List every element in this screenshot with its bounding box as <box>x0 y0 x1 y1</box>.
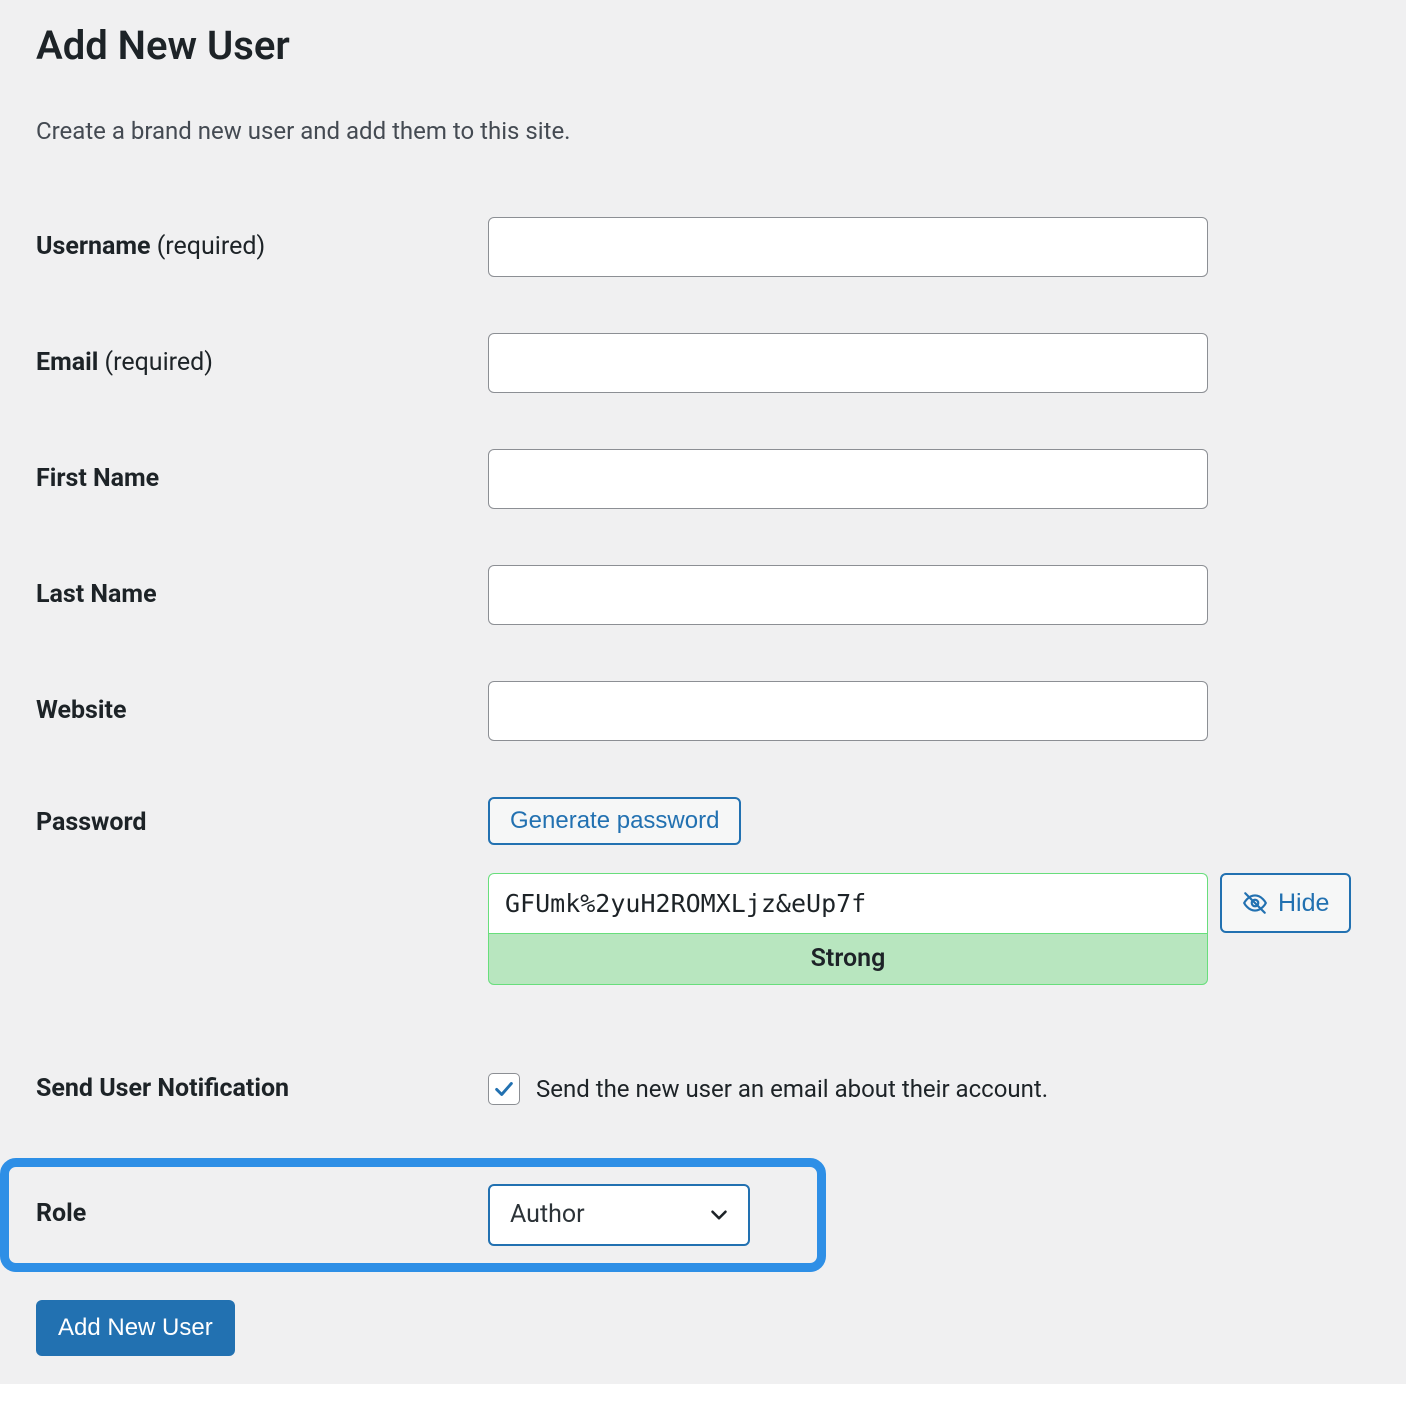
label-password: Password <box>36 769 488 1013</box>
first-name-field[interactable] <box>488 449 1208 509</box>
label-username-text: Username <box>36 232 157 261</box>
row-website: Website <box>36 653 1370 769</box>
last-name-field[interactable] <box>488 565 1208 625</box>
add-user-page: Add New User Create a brand new user and… <box>0 0 1406 1384</box>
row-password: Password Generate password Strong <box>36 769 1370 1013</box>
label-send-notification: Send User Notification <box>36 1013 488 1144</box>
row-role: Role Author <box>36 1144 1370 1286</box>
hide-password-button[interactable]: Hide <box>1220 873 1351 933</box>
add-new-user-button[interactable]: Add New User <box>36 1300 235 1356</box>
label-email: Email (required) <box>36 305 488 421</box>
eye-slash-icon <box>1242 890 1268 916</box>
label-website: Website <box>36 653 488 769</box>
page-title: Add New User <box>36 0 1370 79</box>
password-strength-indicator: Strong <box>488 933 1208 985</box>
label-email-text: Email <box>36 348 105 377</box>
hide-password-label: Hide <box>1278 889 1329 918</box>
row-email: Email (required) <box>36 305 1370 421</box>
role-select[interactable]: Author <box>488 1184 750 1246</box>
add-user-form: Username (required) Email (required) Fir… <box>36 189 1370 1286</box>
row-send-notification: Send User Notification Send the new user… <box>36 1013 1370 1144</box>
username-field[interactable] <box>488 217 1208 277</box>
row-username: Username (required) <box>36 189 1370 305</box>
label-email-required: (required) <box>105 348 213 377</box>
password-field[interactable] <box>488 873 1208 933</box>
email-field[interactable] <box>488 333 1208 393</box>
label-username-required: (required) <box>157 232 265 261</box>
send-notification-label: Send the new user an email about their a… <box>536 1075 1048 1103</box>
send-notification-checkbox[interactable] <box>488 1073 520 1105</box>
label-username: Username (required) <box>36 189 488 305</box>
page-description: Create a brand new user and add them to … <box>36 117 1370 145</box>
label-first-name: First Name <box>36 421 488 537</box>
row-first-name: First Name <box>36 421 1370 537</box>
website-field[interactable] <box>488 681 1208 741</box>
check-icon <box>493 1078 515 1100</box>
label-role: Role <box>36 1144 488 1286</box>
label-last-name: Last Name <box>36 537 488 653</box>
row-last-name: Last Name <box>36 537 1370 653</box>
generate-password-button[interactable]: Generate password <box>488 797 741 845</box>
role-selected-value: Author <box>510 1200 585 1229</box>
chevron-down-icon <box>706 1202 732 1228</box>
